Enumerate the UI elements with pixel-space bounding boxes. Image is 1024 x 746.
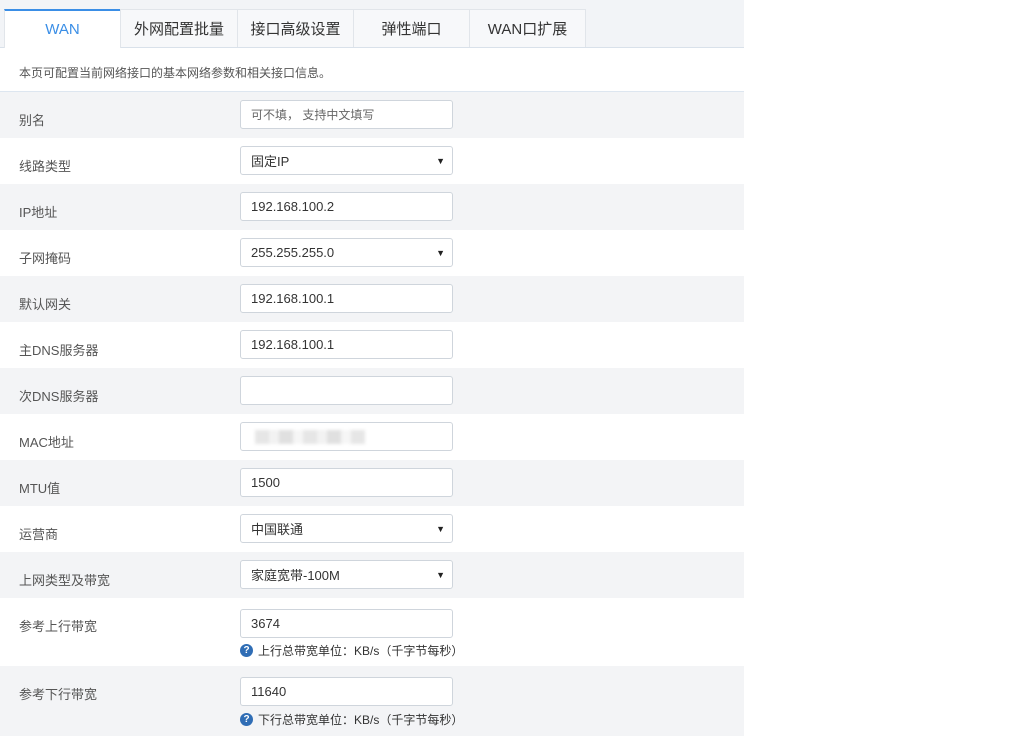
downstream-bandwidth-hint: ? 下行总带宽单位：KB/s（千字节每秒） xyxy=(240,711,463,728)
primary-dns-value: 192.168.100.1 xyxy=(251,337,335,352)
tab-elastic-port[interactable]: 弹性端口 xyxy=(353,9,470,47)
row-mac: MAC地址 xyxy=(0,414,744,460)
primary-dns-input[interactable]: 192.168.100.1 xyxy=(240,330,453,359)
row-gateway: 默认网关 192.168.100.1 xyxy=(0,276,744,322)
tab-external-batch[interactable]: 外网配置批量 xyxy=(120,9,238,47)
mac-label: MAC地址 xyxy=(19,435,74,450)
row-primary-dns: 主DNS服务器 192.168.100.1 xyxy=(0,322,744,368)
question-circle-icon: ? xyxy=(240,644,253,657)
tab-wan-extension[interactable]: WAN口扩展 xyxy=(469,9,586,47)
isp-label: 运营商 xyxy=(19,527,59,542)
row-ip-address: IP地址 192.168.100.2 xyxy=(0,184,744,230)
mtu-input[interactable]: 1500 xyxy=(240,468,453,497)
ip-label: IP地址 xyxy=(19,205,58,220)
netmask-value: 255.255.255.0 xyxy=(251,245,335,260)
gateway-label: 默认网关 xyxy=(19,297,72,312)
upstream-bandwidth-value: 3674 xyxy=(251,616,280,631)
redacted-mac-value xyxy=(255,430,365,444)
caret-down-icon: ▼ xyxy=(436,248,445,258)
isp-value: 中国联通 xyxy=(251,522,304,537)
bandwidth-type-value: 家庭宽带-100M xyxy=(251,568,340,583)
ip-value: 192.168.100.2 xyxy=(251,199,335,214)
row-secondary-dns: 次DNS服务器 xyxy=(0,368,744,414)
upstream-bandwidth-label: 参考上行带宽 xyxy=(19,619,98,634)
upstream-bandwidth-input[interactable]: 3674 xyxy=(240,609,453,638)
row-isp: 运营商 中国联通 ▼ xyxy=(0,506,744,552)
line-type-value: 固定IP xyxy=(251,154,290,169)
tab-interface-advanced[interactable]: 接口高级设置 xyxy=(237,9,354,47)
downstream-bandwidth-value: 11640 xyxy=(251,684,287,699)
bandwidth-type-label: 上网类型及带宽 xyxy=(19,573,111,588)
alias-label: 别名 xyxy=(19,113,46,128)
row-upstream-bandwidth: 参考上行带宽 3674 ? 上行总带宽单位：KB/s（千字节每秒） xyxy=(0,598,744,666)
gateway-value: 192.168.100.1 xyxy=(251,291,335,306)
downstream-bandwidth-hint-text: 下行总带宽单位：KB/s（千字节每秒） xyxy=(258,713,464,727)
alias-input[interactable] xyxy=(240,100,453,129)
netmask-select[interactable]: 255.255.255.0 ▼ xyxy=(240,238,453,267)
question-circle-icon: ? xyxy=(240,713,253,726)
caret-down-icon: ▼ xyxy=(436,156,445,166)
upstream-bandwidth-hint: ? 上行总带宽单位：KB/s（千字节每秒） xyxy=(240,642,463,659)
mtu-value: 1500 xyxy=(251,475,280,490)
tab-bar: WAN 外网配置批量 接口高级设置 弹性端口 WAN口扩展 xyxy=(0,0,744,48)
line-type-label: 线路类型 xyxy=(19,159,72,174)
secondary-dns-input[interactable] xyxy=(240,376,453,405)
row-netmask: 子网掩码 255.255.255.0 ▼ xyxy=(0,230,744,276)
caret-down-icon: ▼ xyxy=(436,570,445,580)
mtu-label: MTU值 xyxy=(19,481,61,496)
page-description: 本页可配置当前网络接口的基本网络参数和相关接口信息。 xyxy=(0,48,744,92)
netmask-label: 子网掩码 xyxy=(19,251,72,266)
row-downstream-bandwidth: 参考下行带宽 11640 ? 下行总带宽单位：KB/s（千字节每秒） xyxy=(0,666,744,736)
wan-settings-panel: WAN 外网配置批量 接口高级设置 弹性端口 WAN口扩展 本页可配置当前网络接… xyxy=(0,0,744,746)
row-alias: 别名 xyxy=(0,92,744,138)
ip-input[interactable]: 192.168.100.2 xyxy=(240,192,453,221)
gateway-input[interactable]: 192.168.100.1 xyxy=(240,284,453,313)
row-line-type: 线路类型 固定IP ▼ xyxy=(0,138,744,184)
downstream-bandwidth-input[interactable]: 11640 xyxy=(240,677,453,706)
primary-dns-label: 主DNS服务器 xyxy=(19,343,99,358)
bandwidth-type-select[interactable]: 家庭宽带-100M ▼ xyxy=(240,560,453,589)
row-bandwidth-type: 上网类型及带宽 家庭宽带-100M ▼ xyxy=(0,552,744,598)
isp-select[interactable]: 中国联通 ▼ xyxy=(240,514,453,543)
caret-down-icon: ▼ xyxy=(436,524,445,534)
tab-wan[interactable]: WAN xyxy=(4,9,121,48)
downstream-bandwidth-label: 参考下行带宽 xyxy=(19,687,98,702)
line-type-select[interactable]: 固定IP ▼ xyxy=(240,146,453,175)
upstream-bandwidth-hint-text: 上行总带宽单位：KB/s（千字节每秒） xyxy=(258,644,464,658)
secondary-dns-label: 次DNS服务器 xyxy=(19,389,99,404)
row-mtu: MTU值 1500 xyxy=(0,460,744,506)
mac-input[interactable] xyxy=(240,422,453,451)
